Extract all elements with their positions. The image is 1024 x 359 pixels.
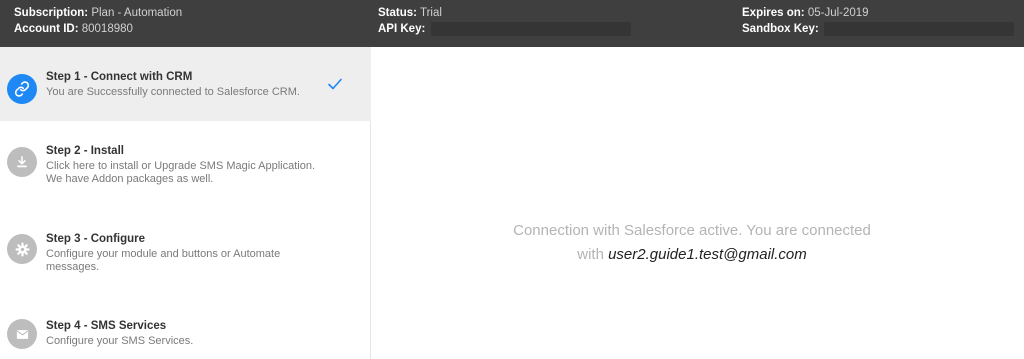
connection-status-message: Connection with Salesforce active. You a…	[372, 219, 1012, 267]
step-1-description: You are Successfully connected to Salesf…	[46, 86, 300, 98]
step-3-title: Step 3 - Configure	[46, 233, 146, 245]
step-sms-services[interactable]: Step 4 - SMS Services Configure your SMS…	[0, 305, 371, 359]
header-middle-group: Status: Trial API Key:	[378, 5, 631, 37]
api-key-label: API Key:	[378, 23, 426, 35]
connection-message-line1: Connection with Salesforce active. You a…	[513, 222, 871, 239]
status-label: Status:	[378, 7, 417, 19]
gear-icon	[7, 234, 37, 264]
expires-value: 05-Jul-2019	[807, 7, 869, 19]
setup-steps-sidebar: Step 1 - Connect with CRM You are Succes…	[0, 47, 371, 359]
header-left-group: Subscription: Plan - Automation Account …	[14, 5, 182, 37]
sandbox-key-masked-value[interactable]	[823, 21, 1014, 36]
download-icon	[7, 147, 37, 177]
expires-info: Expires on: 05-Jul-2019	[742, 5, 1014, 21]
account-id-value: 80018980	[81, 23, 133, 35]
step-2-title: Step 2 - Install	[46, 145, 124, 157]
step-configure[interactable]: Step 3 - Configure Configure your module…	[0, 217, 371, 295]
connection-message-with: with	[577, 246, 604, 263]
step-install[interactable]: Step 2 - Install Click here to install o…	[0, 131, 371, 209]
envelope-icon	[7, 319, 37, 349]
step-connect-crm[interactable]: Step 1 - Connect with CRM You are Succes…	[0, 47, 371, 121]
connection-status-panel: Connection with Salesforce active. You a…	[372, 47, 1024, 359]
expires-label: Expires on:	[742, 7, 805, 19]
sandbox-key-label: Sandbox Key:	[742, 23, 819, 35]
connected-user-email: user2.guide1.test@gmail.com	[608, 246, 807, 263]
checkmark-icon	[327, 77, 343, 96]
status-value: Trial	[419, 7, 442, 19]
step-1-title: Step 1 - Connect with CRM	[46, 71, 193, 83]
status-info: Status: Trial	[378, 5, 631, 21]
sandbox-key-info: Sandbox Key:	[742, 21, 1014, 37]
step-4-description: Configure your SMS Services.	[46, 335, 194, 347]
subscription-value: Plan - Automation	[91, 7, 183, 19]
step-4-title: Step 4 - SMS Services	[46, 320, 167, 332]
account-header: Subscription: Plan - Automation Account …	[0, 0, 1024, 47]
step-3-description: Configure your module and buttons or Aut…	[46, 248, 281, 273]
subscription-info: Subscription: Plan - Automation	[14, 5, 182, 21]
account-id-info: Account ID: 80018980	[14, 21, 182, 37]
account-id-label: Account ID:	[14, 23, 79, 35]
header-right-group: Expires on: 05-Jul-2019 Sandbox Key:	[742, 5, 1014, 37]
api-key-masked-value[interactable]	[430, 21, 631, 36]
api-key-info: API Key:	[378, 21, 631, 37]
link-icon	[7, 74, 37, 104]
subscription-label: Subscription:	[14, 7, 89, 19]
connection-message-line2: with user2.guide1.test@gmail.com	[372, 243, 1012, 267]
step-2-description: Click here to install or Upgrade SMS Mag…	[46, 160, 316, 185]
